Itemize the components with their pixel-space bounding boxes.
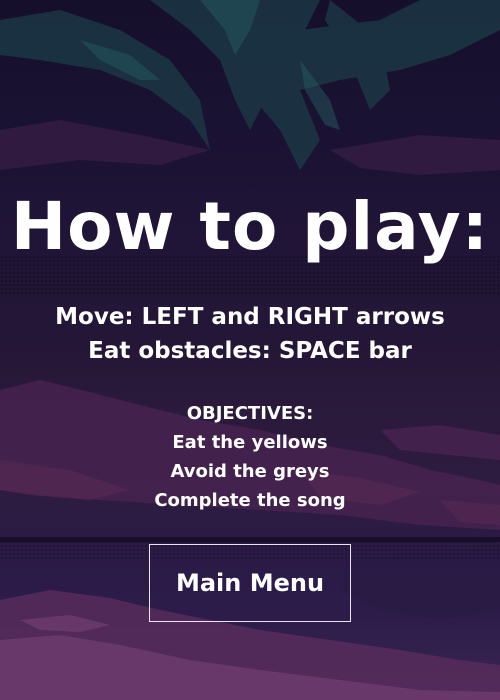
objective-item: Complete the song (154, 490, 346, 511)
main-menu-button[interactable]: Main Menu (149, 544, 351, 622)
objectives-heading: OBJECTIVES: (186, 403, 314, 424)
horizon-line (0, 537, 500, 542)
objectives-section: OBJECTIVES: Eat the yellows Avoid the gr… (0, 399, 500, 515)
controls-instructions: Move: LEFT and RIGHT arrows Eat obstacle… (0, 300, 500, 368)
move-instruction: Move: LEFT and RIGHT arrows (55, 304, 445, 330)
objective-item: Avoid the greys (170, 461, 330, 482)
eat-instruction: Eat obstacles: SPACE bar (88, 338, 412, 364)
objective-item: Eat the yellows (172, 432, 328, 453)
main-menu-label: Main Menu (175, 569, 325, 597)
page-title: How to play: (10, 188, 490, 265)
